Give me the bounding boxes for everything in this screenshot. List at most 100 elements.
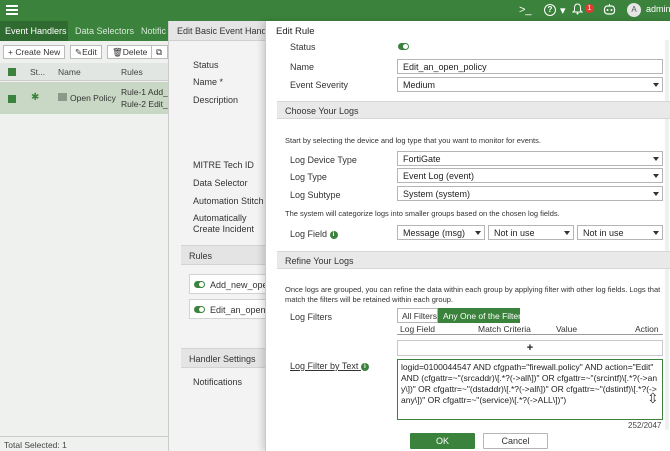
- log-field-3-value: Not in use: [583, 228, 624, 238]
- column-log-field: Log Field: [400, 324, 435, 334]
- categorize-hint: The system will categorize logs into sma…: [285, 209, 560, 218]
- severity-select[interactable]: Medium: [397, 77, 663, 92]
- device-type-value: FortiGate: [403, 154, 441, 164]
- rule-1-label: Rule-1 Add_: [121, 87, 168, 97]
- log-field-select-1[interactable]: Message (msg): [397, 225, 485, 240]
- chevron-down-icon: [475, 231, 481, 235]
- device-type-label: Log Device Type: [290, 155, 357, 165]
- refine-logs-section: Refine Your Logs: [277, 251, 670, 269]
- help-icon[interactable]: ?: [544, 4, 556, 16]
- filter-by-text-label: Log Filter by Text i: [290, 361, 369, 371]
- edit-button[interactable]: ✎Edit: [70, 45, 102, 59]
- chevron-down-icon: [653, 231, 659, 235]
- notification-badge: 1: [585, 4, 594, 13]
- column-status[interactable]: St...: [30, 67, 45, 77]
- cancel-button[interactable]: Cancel: [483, 433, 548, 449]
- ai-assistant-icon[interactable]: [603, 3, 616, 20]
- menu-icon[interactable]: [6, 5, 18, 15]
- policy-icon: [58, 93, 67, 101]
- log-type-value: Event Log (event): [403, 171, 475, 181]
- rules-section: Rules: [181, 245, 266, 265]
- text-cursor-icon: ⇳: [647, 390, 659, 406]
- add-filter-button[interactable]: +: [397, 340, 663, 356]
- automation-stitch-label: Automation Stitch: [193, 196, 264, 206]
- rule-toggle[interactable]: [194, 281, 205, 288]
- delete-button[interactable]: 🗑Delete: [107, 45, 153, 59]
- dialog-scrollbar[interactable]: [665, 40, 669, 430]
- description-label: Description: [193, 95, 239, 105]
- log-subtype-label: Log Subtype: [290, 190, 341, 200]
- data-selector-label: Data Selector: [193, 178, 248, 188]
- filter-table-header: Log Field Match Criteria Value Action: [397, 324, 663, 335]
- refine-logs-hint: Once logs are grouped, you can refine th…: [285, 285, 661, 304]
- device-type-select[interactable]: FortiGate: [397, 151, 663, 166]
- any-filter-option[interactable]: Any One of the Filters: [438, 308, 525, 323]
- auto-create-incident-label: Automatically Create Incident: [193, 213, 255, 234]
- rule-2-label: Rule-2 Edit_: [121, 99, 168, 109]
- tab-event-handlers[interactable]: Event Handlers: [5, 26, 67, 36]
- rule-toggle[interactable]: [194, 306, 205, 313]
- status-toggle[interactable]: [398, 43, 409, 50]
- chevron-down-icon: [653, 157, 659, 161]
- row-checkbox[interactable]: [8, 95, 16, 103]
- column-action: Action: [635, 324, 659, 334]
- top-bar: >_ ? ▾ 1 A admin: [0, 0, 670, 21]
- info-icon[interactable]: i: [329, 230, 338, 239]
- log-field-2-value: Not in use: [494, 228, 535, 238]
- user-name[interactable]: admin: [646, 4, 670, 14]
- trash-icon: 🗑: [112, 47, 123, 57]
- column-value: Value: [556, 324, 578, 334]
- table-header: St... Name Rules: [0, 63, 168, 81]
- rule-item[interactable]: Add_new_open: [189, 274, 273, 294]
- bell-icon[interactable]: [571, 3, 584, 19]
- more-button[interactable]: ⧉: [151, 45, 168, 59]
- severity-value: Medium: [403, 80, 436, 90]
- character-count: 252/2047: [628, 421, 662, 430]
- column-name[interactable]: Name: [58, 67, 81, 77]
- column-match-criteria: Match Criteria: [478, 324, 531, 334]
- tab-data-selectors[interactable]: Data Selectors: [75, 26, 134, 36]
- filter-text-area[interactable]: logid=0100044547 AND cfgpath="firewall.p…: [397, 359, 663, 420]
- tab-notifications[interactable]: Notific: [141, 26, 166, 36]
- log-subtype-value: System (system): [403, 189, 471, 199]
- log-type-label: Log Type: [290, 172, 327, 182]
- status-label: Status: [290, 42, 316, 52]
- chevron-down-icon: [653, 83, 659, 87]
- log-subtype-select[interactable]: System (system): [397, 186, 663, 201]
- name-label: Name *: [193, 77, 224, 87]
- chevron-down-icon: [564, 231, 570, 235]
- tab-bar: Event Handlers Data Selectors Notific: [0, 21, 168, 41]
- list-toolbar: + Create New ✎Edit 🗑Delete ⧉: [0, 41, 168, 63]
- terminal-icon[interactable]: >_: [519, 3, 532, 17]
- rule-item[interactable]: Edit_an_open_p: [189, 299, 276, 319]
- select-all-checkbox[interactable]: [8, 68, 16, 76]
- handler-name: Open Policy: [70, 93, 116, 103]
- name-label: Name: [290, 62, 315, 72]
- avatar[interactable]: A: [627, 3, 641, 17]
- status-label: Status: [193, 60, 219, 70]
- log-type-select[interactable]: Event Log (event): [397, 168, 663, 183]
- choose-logs-section: Choose Your Logs: [277, 101, 670, 119]
- log-field-select-2[interactable]: Not in use: [488, 225, 574, 240]
- selection-count: Total Selected: 1: [0, 436, 168, 451]
- log-field-select-3[interactable]: Not in use: [577, 225, 663, 240]
- table-row[interactable]: ✱ Open Policy Rule-1 Add_ Rule-2 Edit_: [0, 82, 168, 114]
- notifications-label: Notifications: [193, 377, 243, 387]
- create-new-button[interactable]: + Create New: [3, 45, 66, 59]
- edit-event-handler-panel: Edit Basic Event Handler Status Name * D…: [168, 21, 276, 451]
- name-input[interactable]: Edit_an_open_policy: [397, 59, 663, 74]
- severity-label: Event Severity: [290, 80, 349, 90]
- info-icon[interactable]: i: [360, 362, 369, 371]
- ok-button[interactable]: OK: [410, 433, 475, 449]
- handler-settings-section: Handler Settings: [181, 348, 266, 368]
- chevron-down-icon: [653, 174, 659, 178]
- log-field-1-value: Message (msg): [403, 228, 466, 238]
- log-filters-label: Log Filters: [290, 312, 333, 322]
- chevron-down-icon: [653, 192, 659, 196]
- dialog-title: Edit Rule: [276, 26, 315, 37]
- all-filters-option[interactable]: All Filters: [397, 308, 438, 323]
- choose-logs-hint: Start by selecting the device and log ty…: [285, 136, 541, 145]
- chevron-down-icon[interactable]: ▾: [560, 4, 566, 18]
- column-rules[interactable]: Rules: [121, 67, 143, 77]
- mitre-label: MITRE Tech ID: [193, 160, 254, 170]
